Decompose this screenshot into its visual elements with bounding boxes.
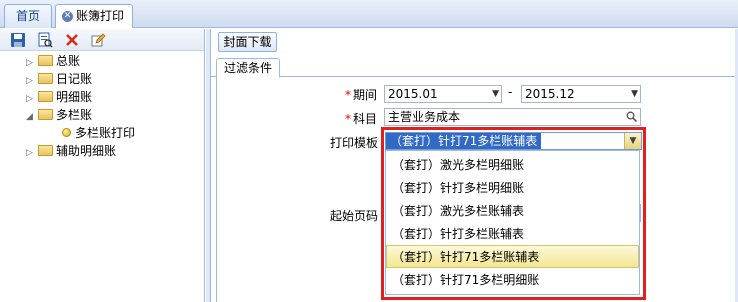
dropdown-option[interactable]: （套打）针打多栏账辅表 <box>386 222 639 245</box>
period-label-text: 期间 <box>353 88 378 102</box>
start-page-label: 起始页码 <box>330 209 379 223</box>
period-to-value: 2015.12 <box>525 87 575 101</box>
left-panel: ▷ 总账 ▷ 日记账 ▷ 明细账 ◢ 多栏账 多栏账打印 ▷ 辅助明细账 <box>0 29 205 302</box>
dropdown-option[interactable]: （套打）针打多栏明细账 <box>386 176 639 199</box>
print-template-options: （套打）激光多栏明细账 （套打）针打多栏明细账 （套打）激光多栏账辅表 （套打）… <box>385 150 640 295</box>
folder-icon <box>38 91 53 102</box>
close-icon[interactable]: ✕ <box>62 11 73 22</box>
save-icon[interactable] <box>10 32 26 48</box>
tree-item-journal[interactable]: ▷ 日记账 <box>26 70 92 88</box>
period-from-value: 2015.01 <box>388 87 438 101</box>
dropdown-option[interactable]: （套打）激光多栏账辅表 <box>386 199 639 222</box>
filter-tabs: 过滤条件 <box>211 57 738 78</box>
dropdown-arrow-icon[interactable]: ▼ <box>624 133 641 149</box>
delete-icon[interactable] <box>64 32 80 48</box>
tree-item-label: 多栏账打印 <box>75 126 136 140</box>
folder-icon <box>38 55 53 66</box>
tab-ledger-print[interactable]: ✕ 账簿打印 <box>55 4 133 28</box>
left-toolbar <box>0 29 204 51</box>
dropdown-arrow-icon[interactable]: ▼ <box>492 86 499 102</box>
print-template-selected: （套打）针打71多栏账辅表 <box>386 133 542 149</box>
tab-strip: 首页 ✕ 账簿打印 <box>0 0 738 28</box>
period-to-select[interactable]: 2015.12 ▼ <box>521 85 641 103</box>
collapse-arrow-icon[interactable]: ◢ <box>26 108 34 126</box>
period-separator: - <box>508 85 513 99</box>
tree-item-detail-ledger[interactable]: ▷ 明细账 <box>26 88 92 106</box>
subject-label-text: 科目 <box>353 112 378 126</box>
period-label: * 期间 <box>345 86 377 103</box>
tree-item-label: 日记账 <box>56 72 93 86</box>
tree-item-multi-column-print[interactable]: 多栏账打印 <box>60 124 135 142</box>
app-window: 首页 ✕ 账簿打印 ▷ 总账 ▷ 日记账 ▷ 明细账 ◢ 多栏账 多栏账打印 ▷… <box>0 0 738 302</box>
search-icon[interactable] <box>626 111 637 122</box>
tab-filter-conditions[interactable]: 过滤条件 <box>216 58 280 78</box>
print-template-label: 打印模板 <box>330 136 379 150</box>
print-template-select[interactable]: （套打）针打71多栏账辅表 ▼ <box>385 132 642 150</box>
subject-value: 主营业务成本 <box>388 110 461 124</box>
dropdown-arrow-icon[interactable]: ▼ <box>631 86 638 102</box>
tab-ledger-print-label: 账簿打印 <box>76 9 125 23</box>
dropdown-option-highlighted[interactable]: （套打）针打71多栏账辅表 <box>386 245 639 268</box>
folder-icon <box>38 145 53 156</box>
period-from-select[interactable]: 2015.01 ▼ <box>384 85 502 103</box>
folder-icon <box>38 73 53 84</box>
dropdown-option[interactable]: （套打）针打71多栏明细账 <box>386 268 639 291</box>
tree-item-label: 总账 <box>56 54 81 68</box>
subject-field[interactable]: 主营业务成本 <box>384 108 641 126</box>
subject-label: * 科目 <box>345 110 377 127</box>
dropdown-option[interactable]: （套打）激光多栏明细账 <box>386 153 639 176</box>
tree-item-label: 辅助明细账 <box>56 144 117 158</box>
tab-home[interactable]: 首页 <box>4 4 52 28</box>
tree-item-label: 多栏账 <box>56 108 93 122</box>
tree-item-label: 明细账 <box>56 90 93 104</box>
tree-item-multi-column-ledger[interactable]: ◢ 多栏账 <box>26 106 92 124</box>
tree-item-aux-detail-ledger[interactable]: ▷ 辅助明细账 <box>26 142 116 160</box>
tree-item-general-ledger[interactable]: ▷ 总账 <box>26 52 80 70</box>
edit-icon[interactable] <box>90 32 106 48</box>
leaf-node-icon <box>62 128 71 137</box>
print-preview-icon[interactable] <box>37 32 53 48</box>
required-marker: * <box>345 112 351 126</box>
open-folder-icon <box>38 109 53 120</box>
cover-download-button[interactable]: 封面下载 <box>218 32 277 52</box>
required-marker: * <box>345 88 351 102</box>
expand-arrow-icon[interactable]: ▷ <box>26 144 34 162</box>
